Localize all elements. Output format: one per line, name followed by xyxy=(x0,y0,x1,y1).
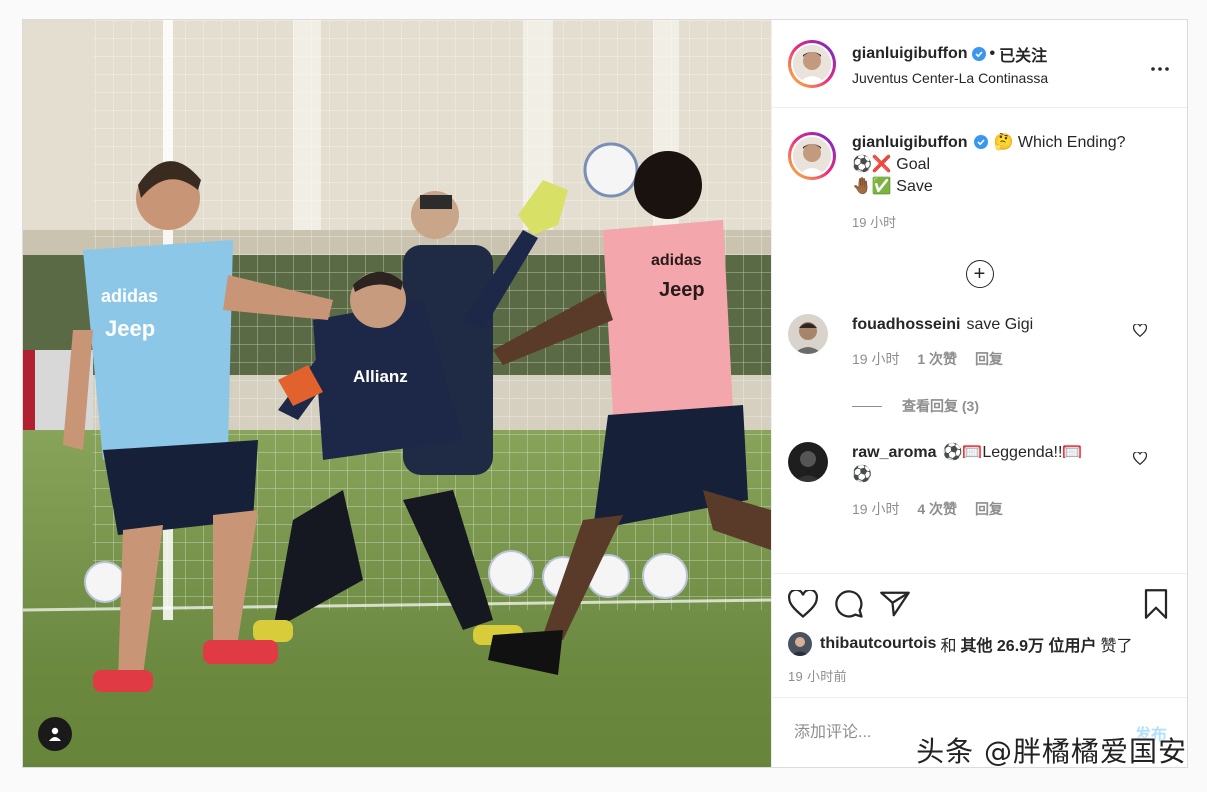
post-photo[interactable]: Allianz adidas Jeep adidas Jeep xyxy=(23,20,771,767)
verified-badge-icon xyxy=(973,135,988,149)
caption-avatar-image xyxy=(793,137,831,175)
author-username[interactable]: gianluigibuffon xyxy=(852,45,968,63)
likes-summary: thibautcourtois 和 其他 26.9万 位用户 赞了 xyxy=(788,632,1171,656)
view-replies-button[interactable]: 查看回复 (3) xyxy=(852,396,1171,416)
post-caption: gianluigibuffon 🤔 Which Ending? ⚽❌ Goal 🤚… xyxy=(788,132,1171,234)
caption-username[interactable]: gianluigibuffon xyxy=(852,134,968,151)
svg-text:Jeep: Jeep xyxy=(105,316,155,341)
caption-line-2: Goal xyxy=(896,156,931,173)
bookmark-icon[interactable] xyxy=(1143,589,1169,619)
comment-time: 19 小时 xyxy=(852,351,900,367)
post-timestamp[interactable]: 19 小时前 xyxy=(788,666,1171,685)
comment-text-line-2: ⚽ xyxy=(852,466,872,483)
verified-badge-icon xyxy=(971,46,986,61)
more-options-button[interactable] xyxy=(1151,51,1169,77)
user-tag-icon xyxy=(49,727,61,741)
comment-item: fouadhosseini save Gigi 19 小时 1 次赞 回复 xyxy=(788,314,1171,370)
comment-text: ⚽🥅Leggenda!!🥅 xyxy=(942,444,1083,461)
training-photo-illustration: Allianz adidas Jeep adidas Jeep xyxy=(23,20,771,767)
comment-username[interactable]: fouadhosseini xyxy=(852,316,960,333)
post-side-panel: gianluigibuffon • 已关注 Juventus Center-La… xyxy=(771,20,1187,767)
author-avatar-image xyxy=(793,44,831,83)
replies-divider xyxy=(852,405,882,407)
author-avatar[interactable] xyxy=(788,39,836,88)
liker-avatar[interactable] xyxy=(788,632,812,656)
liker-avatar-image xyxy=(788,632,812,656)
likes-and: 和 xyxy=(940,638,957,655)
svg-text:Allianz: Allianz xyxy=(353,367,408,386)
action-icon-row xyxy=(788,586,1171,622)
commenter-avatar-image xyxy=(788,314,828,354)
caption-line-1: Which Ending? xyxy=(1017,134,1126,151)
likes-suffix: 赞了 xyxy=(1100,638,1133,655)
caption-line-3: Save xyxy=(896,178,933,195)
post-location[interactable]: Juventus Center-La Continassa xyxy=(852,70,1151,86)
post-header: gianluigibuffon • 已关注 Juventus Center-La… xyxy=(772,20,1187,108)
comment-item: raw_aroma ⚽🥅Leggenda!!🥅 ⚽ 19 小时 4 次赞 回复 xyxy=(788,442,1171,520)
comment-bubble-icon[interactable] xyxy=(834,589,864,619)
reply-button[interactable]: 回复 xyxy=(975,351,1003,367)
follow-button[interactable]: 已关注 xyxy=(999,42,1047,66)
caption-time: 19 小时 xyxy=(852,215,897,230)
commenter-avatar-image xyxy=(788,442,828,482)
comment-username[interactable]: raw_aroma xyxy=(852,444,937,461)
comment-time: 19 小时 xyxy=(852,501,900,517)
view-replies-label: 查看回复 (3) xyxy=(902,398,979,414)
comment-text: save Gigi xyxy=(966,316,1034,333)
svg-text:Jeep: Jeep xyxy=(659,279,705,301)
svg-text:adidas: adidas xyxy=(101,286,158,306)
reply-button[interactable]: 回复 xyxy=(975,501,1003,517)
hand-check-emoji: 🤚🏾✅ xyxy=(852,178,892,195)
caption-avatar[interactable] xyxy=(788,132,836,180)
heart-icon[interactable] xyxy=(788,590,818,618)
post-actions: thibautcourtois 和 其他 26.9万 位用户 赞了 19 小时前 xyxy=(772,573,1187,697)
plus-icon: + xyxy=(973,263,986,285)
comment-like-heart-icon[interactable] xyxy=(1133,324,1147,337)
separator-dot: • xyxy=(989,44,996,62)
commenter-avatar[interactable] xyxy=(788,442,828,482)
load-more-comments-button[interactable]: + xyxy=(965,260,994,288)
instagram-post: Allianz adidas Jeep adidas Jeep gianluig… xyxy=(22,19,1188,768)
comment-likes[interactable]: 4 次赞 xyxy=(917,501,957,517)
comments-area[interactable]: gianluigibuffon 🤔 Which Ending? ⚽❌ Goal 🤚… xyxy=(772,108,1187,573)
user-tag-button[interactable] xyxy=(38,717,72,751)
commenter-avatar[interactable] xyxy=(788,314,828,354)
comment-like-heart-icon[interactable] xyxy=(1133,452,1147,465)
svg-text:adidas: adidas xyxy=(651,252,702,269)
likes-count[interactable]: 其他 26.9万 位用户 xyxy=(960,632,1096,656)
watermark: 头条 @胖橘橘爱国安 xyxy=(916,735,1187,768)
comment-likes[interactable]: 1 次赞 xyxy=(917,351,957,367)
thinking-emoji: 🤔 xyxy=(993,134,1014,151)
ball-cross-emoji: ⚽❌ xyxy=(852,156,892,173)
more-dots-icon xyxy=(1151,66,1169,71)
paper-plane-icon[interactable] xyxy=(880,590,910,618)
liker-username[interactable]: thibautcourtois xyxy=(820,635,936,653)
